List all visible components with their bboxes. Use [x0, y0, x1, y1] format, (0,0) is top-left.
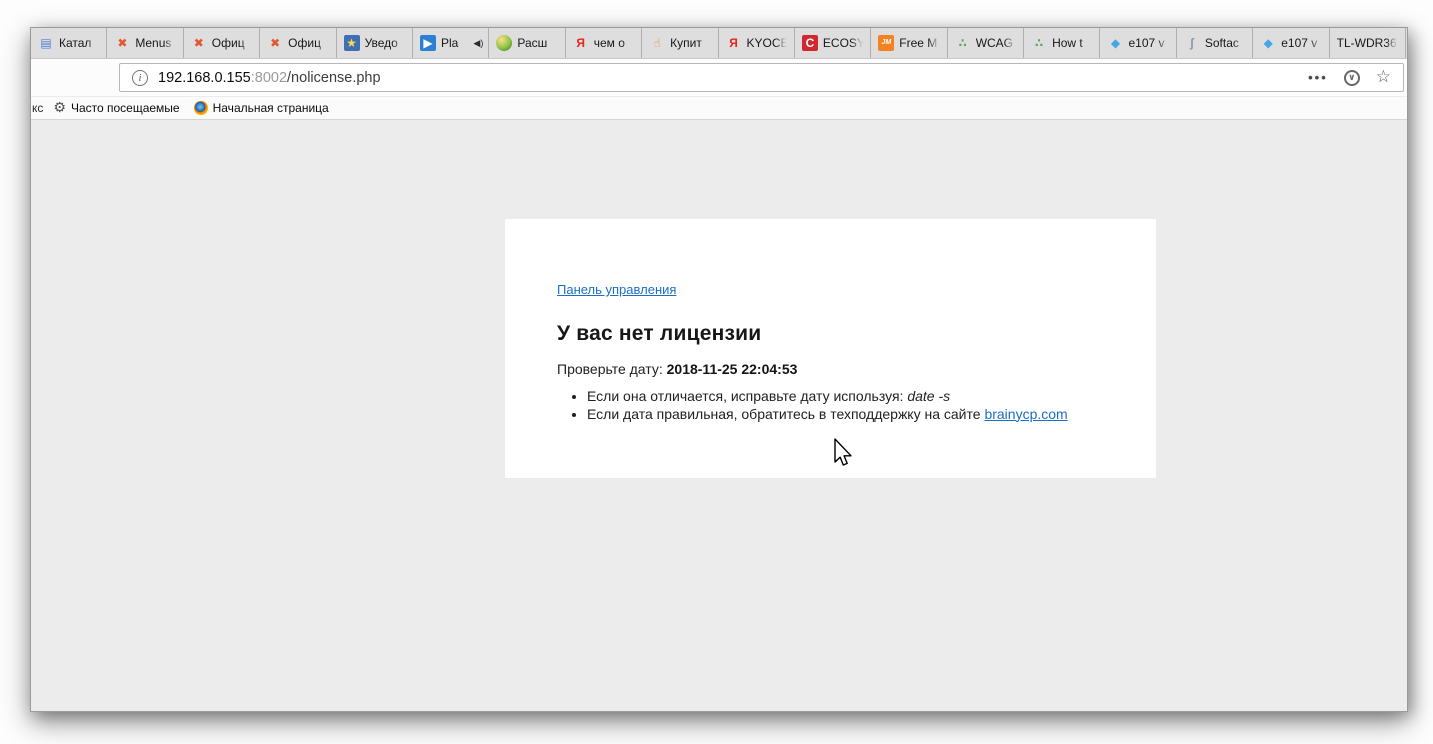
softaculous-icon: ʃ — [1184, 35, 1200, 51]
browser-tab[interactable]: ✖ Офиц — [260, 28, 336, 58]
browser-tab[interactable]: ʃ Softac — [1177, 28, 1253, 58]
control-panel-link[interactable]: Панель управления — [557, 282, 676, 297]
browser-tab[interactable]: ✖ Офиц — [184, 28, 260, 58]
bookmark-label: Часто посещаемые — [71, 101, 180, 115]
license-error-card: Панель управления У вас нет лицензии Про… — [505, 219, 1156, 478]
bullet1-command: date -s — [907, 388, 950, 404]
jm-icon: JM — [878, 35, 894, 51]
date-value: 2018-11-25 22:04:53 — [667, 361, 798, 377]
tab-title: чем о — [594, 28, 636, 59]
url-host: 192.168.0.155 — [158, 70, 251, 86]
yandex-icon: Я — [573, 35, 589, 51]
page-viewport: Панель управления У вас нет лицензии Про… — [31, 120, 1407, 711]
browser-tab[interactable]: ◆ e107 v — [1100, 28, 1176, 58]
tab-title: Офиц — [212, 28, 254, 59]
e107-icon: ◆ — [1260, 35, 1276, 51]
bookmark-item-partial[interactable]: кс — [32, 101, 43, 115]
page-actions-icon[interactable]: ••• — [1308, 70, 1328, 85]
speaker-icon[interactable]: ◀) — [473, 38, 483, 49]
bookmark-item-frequent[interactable]: ⚙ Часто посещаемые — [53, 101, 179, 115]
gear-icon: ⚙ — [53, 101, 66, 115]
brainycp-link[interactable]: brainycp.com — [984, 406, 1067, 422]
e107-icon: ◆ — [1107, 35, 1123, 51]
joomla-icon: ✖ — [267, 35, 283, 51]
bullet2-text: Если дата правильная, обратитесь в техпо… — [587, 406, 984, 422]
browser-tab[interactable]: ✖ Menus — [107, 28, 183, 58]
bookmark-item-home[interactable]: Начальная страница — [194, 101, 329, 115]
extension-icon — [496, 35, 512, 51]
browser-tab[interactable]: ▶ Pla ◀) — [413, 28, 489, 58]
tab-title: e107 v — [1281, 28, 1323, 59]
circles-icon: ∴ — [1031, 35, 1047, 51]
circles-icon: ∴ — [955, 35, 971, 51]
tab-title: TL-WDR36 — [1337, 28, 1400, 59]
url-text[interactable]: 192.168.0.155:8002/nolicense.php — [158, 70, 381, 86]
browser-tab[interactable]: C ECOSY — [795, 28, 871, 58]
tab-title: Офиц — [288, 28, 330, 59]
yandex-icon: Я — [726, 35, 742, 51]
instructions-list: Если она отличается, исправьте дату испо… — [557, 388, 1104, 423]
url-actions: ••• ∨ ☆ — [1308, 69, 1391, 86]
date-label: Проверьте дату: — [557, 361, 667, 377]
browser-tab[interactable]: Я чем о — [566, 28, 642, 58]
url-port: :8002 — [251, 70, 287, 86]
browser-tab[interactable]: ∴ WCAG — [948, 28, 1024, 58]
tab-title: Купит — [670, 28, 712, 59]
catalog-icon: ▤ — [38, 35, 54, 51]
ecosys-icon: C — [802, 35, 818, 51]
tab-title: WCAG — [976, 28, 1018, 59]
tab-title: Softac — [1205, 28, 1247, 59]
browser-tab[interactable]: ◆ e107 v — [1253, 28, 1329, 58]
pocket-icon[interactable]: ∨ — [1344, 70, 1360, 86]
joomla-icon: ✖ — [191, 35, 207, 51]
bookmarks-toolbar: кс ⚙ Часто посещаемые Начальная страница — [31, 96, 1407, 120]
tab-title: Катал — [59, 28, 101, 59]
browser-tab[interactable]: ∴ How t — [1024, 28, 1100, 58]
site-info-icon[interactable]: i — [132, 70, 148, 86]
browser-tab[interactable]: ▤ Катал — [31, 28, 107, 58]
tab-title: e107 v — [1128, 28, 1170, 59]
browser-tab[interactable]: TL-WDR36 — [1330, 28, 1406, 58]
emblem-icon: ★ — [344, 35, 360, 51]
tab-title: Расш — [517, 28, 559, 59]
list-item: Если дата правильная, обратитесь в техпо… — [587, 406, 1104, 424]
tab-title: Menus — [135, 28, 177, 59]
firefox-icon — [194, 101, 208, 115]
play-icon: ▶ — [420, 35, 436, 51]
browser-tab[interactable]: ★ Уведо — [337, 28, 413, 58]
bullet1-text: Если она отличается, исправьте дату испо… — [587, 388, 907, 404]
joomla-icon: ✖ — [114, 35, 130, 51]
tab-title: How t — [1052, 28, 1094, 59]
tab-title: Pla — [441, 28, 472, 59]
browser-tab[interactable]: JM Free M — [871, 28, 947, 58]
check-date-line: Проверьте дату: 2018-11-25 22:04:53 — [557, 361, 1104, 377]
tab-title: Уведо — [365, 28, 407, 59]
url-path: /nolicense.php — [287, 70, 381, 86]
tab-strip: ▤ Катал ✖ Menus ✖ Офиц ✖ Офиц ★ Уведо ▶ … — [31, 28, 1407, 59]
browser-window: ▤ Катал ✖ Menus ✖ Офиц ✖ Офиц ★ Уведо ▶ … — [30, 27, 1408, 712]
bookmark-star-icon[interactable]: ☆ — [1376, 69, 1391, 86]
tab-title: Free M — [899, 28, 941, 59]
browser-tab[interactable]: Я KYOCE — [719, 28, 795, 58]
bookmark-label: Начальная страница — [213, 101, 329, 115]
list-item: Если она отличается, исправьте дату испо… — [587, 388, 1104, 406]
hand-icon: ☝ — [649, 35, 665, 51]
mouse-cursor — [832, 438, 854, 468]
tab-title: ECOSY — [823, 28, 865, 59]
page-title: У вас нет лицензии — [557, 322, 1104, 346]
navigation-toolbar: i 192.168.0.155:8002/nolicense.php ••• ∨… — [31, 59, 1407, 96]
tab-title: KYOCE — [747, 28, 789, 59]
browser-tab[interactable]: Расш — [489, 28, 565, 58]
address-bar[interactable]: i 192.168.0.155:8002/nolicense.php ••• ∨… — [119, 63, 1404, 92]
browser-tab[interactable]: ☝ Купит — [642, 28, 718, 58]
